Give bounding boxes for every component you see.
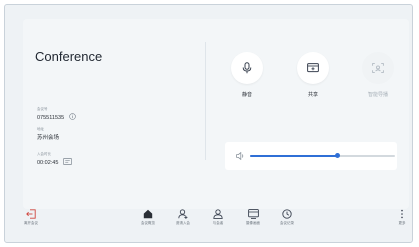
participants-icon	[213, 209, 223, 219]
volume-thumb[interactable]	[335, 153, 340, 158]
volume-slider[interactable]	[250, 153, 395, 158]
more-label: 更多	[398, 221, 406, 225]
smart-director-label: 智能导播	[367, 92, 388, 98]
smart-director-button[interactable]	[362, 52, 394, 84]
duration-label: 入会时长	[37, 152, 51, 156]
clock-icon	[282, 209, 292, 219]
signal-icon	[62, 158, 72, 167]
nav-participants[interactable]: 与会者	[205, 206, 231, 226]
home-icon	[143, 209, 153, 219]
share-button[interactable]	[297, 52, 329, 84]
panel-divider	[205, 42, 206, 160]
more-button[interactable]: 更多	[389, 206, 415, 226]
nav-camera-view-label: 摄像画面	[246, 221, 260, 225]
invite-person-icon	[178, 209, 188, 219]
exit-icon	[26, 209, 36, 219]
nav-records[interactable]: 会议记录	[274, 206, 300, 226]
nav-records-label: 会议记录	[280, 221, 294, 225]
meeting-id-value: 075511535	[37, 114, 65, 121]
volume-control	[225, 142, 397, 170]
mute-button[interactable]	[231, 52, 263, 84]
nav-participants-label: 与会者	[212, 221, 224, 225]
share-label: 共享	[307, 92, 318, 98]
nav-overview-label: 会议概览	[141, 221, 155, 225]
meeting-title: Conference	[35, 49, 103, 64]
location-label: 地址	[37, 127, 44, 131]
microphone-icon	[242, 62, 252, 74]
bottom-toolbar: 离开会议 会议概览 邀请入会 与会者 摄像画面 会议记录 更多	[18, 206, 410, 236]
meeting-panel	[23, 19, 409, 209]
more-vertical-icon	[401, 209, 403, 219]
leave-meeting-button[interactable]: 离开会议	[18, 206, 44, 226]
leave-meeting-label: 离开会议	[24, 221, 38, 225]
meeting-id-row: 075511535	[37, 113, 76, 122]
screen-share-icon	[307, 63, 319, 73]
nav-camera-view[interactable]: 摄像画面	[240, 206, 266, 226]
screen-layout-icon	[247, 209, 259, 219]
duration-value: 00:02:45	[37, 159, 59, 166]
speaker-icon[interactable]	[236, 152, 245, 160]
meeting-id-label: 会议号	[37, 107, 48, 111]
duration-row: 00:02:45	[37, 158, 72, 167]
nav-overview[interactable]: 会议概览	[135, 206, 161, 226]
mute-label: 静音	[241, 92, 252, 98]
nav-invite-label: 邀请入会	[176, 221, 190, 225]
location-value: 苏州会场	[37, 135, 60, 141]
info-icon[interactable]	[68, 113, 76, 122]
smart-camera-icon	[372, 63, 384, 73]
nav-invite[interactable]: 邀请入会	[170, 206, 196, 226]
volume-fill	[250, 155, 337, 157]
